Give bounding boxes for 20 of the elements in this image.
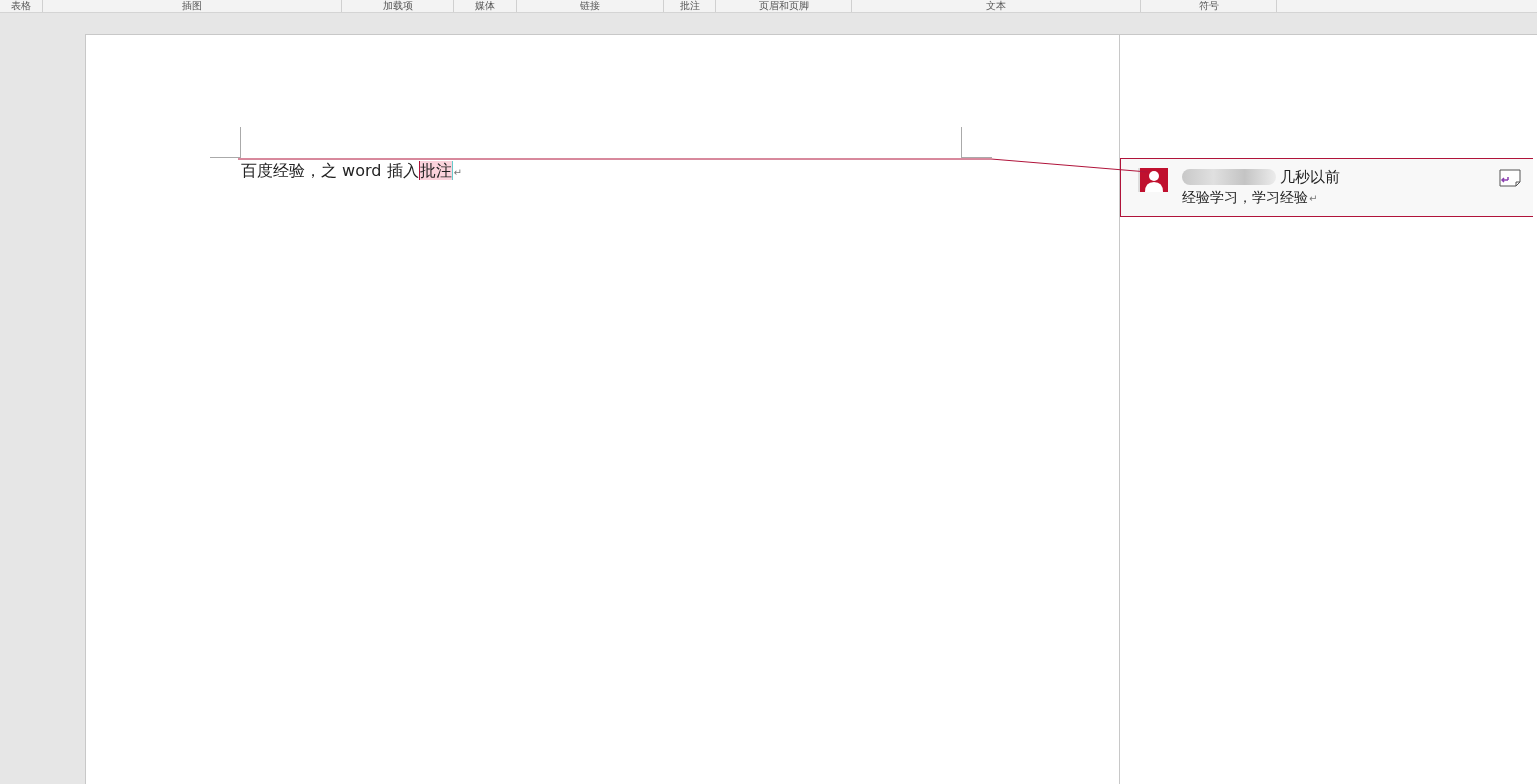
ribbon-group-label: 批注	[679, 0, 700, 12]
ribbon-group-label: 页眉和页脚	[758, 0, 809, 12]
paragraph-mark: ↵	[1309, 193, 1318, 204]
ribbon-group-label: 媒体	[475, 0, 495, 12]
paragraph-mark: ↵	[453, 167, 462, 178]
ribbon-group-label: 链接	[580, 0, 600, 12]
ribbon-group-label: 文本	[986, 0, 1006, 12]
comment-card[interactable]: 几秒以前 经验学习，学习经验↵	[1120, 158, 1533, 217]
ribbon-group-label: 表格	[11, 0, 31, 12]
ribbon-group-label: 加载项	[382, 0, 413, 12]
document-text: 百度经验，之 word 插入	[241, 161, 419, 180]
margin-corner-mark	[961, 127, 992, 158]
comment-time: 几秒以前	[1280, 167, 1340, 187]
avatar-icon	[1138, 168, 1168, 192]
ribbon-group-label: 插图	[182, 0, 202, 12]
margin-corner-mark	[210, 127, 241, 158]
commented-text: 批注	[418, 161, 453, 180]
reply-icon[interactable]	[1499, 169, 1521, 187]
ribbon-group-label: 符号	[1198, 0, 1219, 12]
comment-text: 经验学习，学习经验	[1182, 189, 1308, 205]
